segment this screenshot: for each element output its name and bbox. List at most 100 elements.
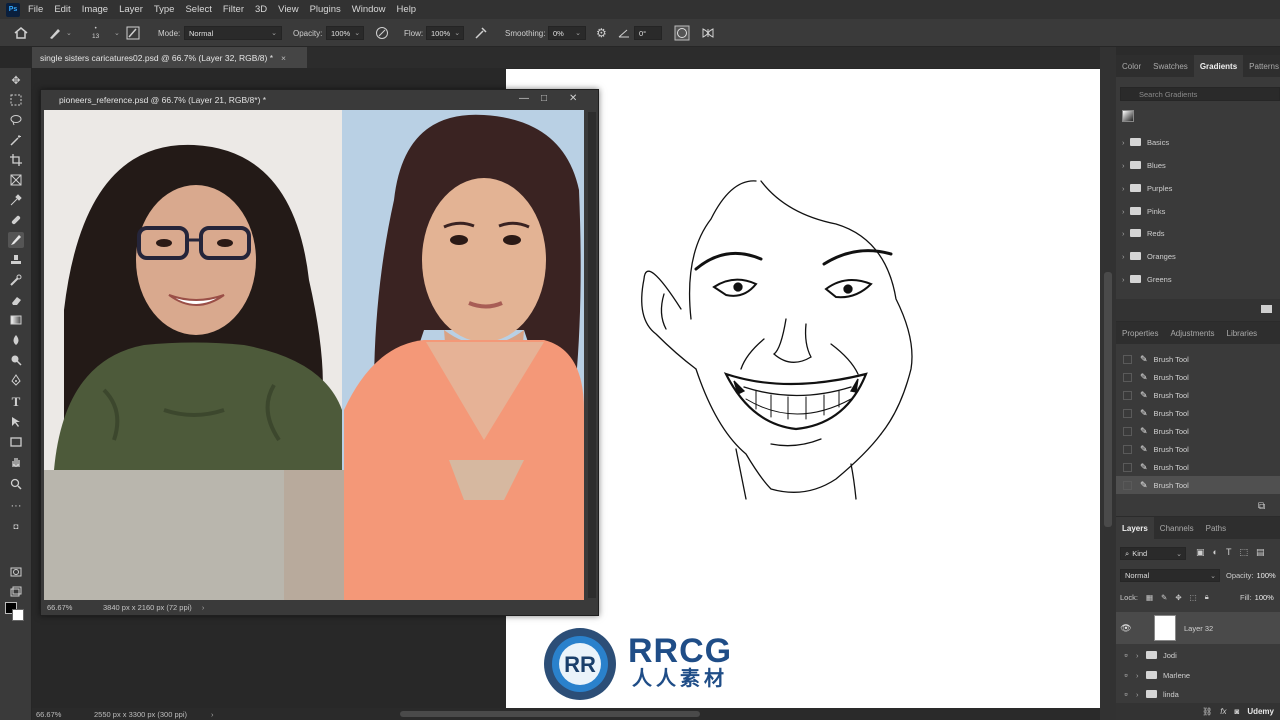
opacity-field[interactable]: 100% ⌄ (326, 26, 364, 40)
history-state[interactable]: ✎ Brush Tool (1116, 350, 1280, 368)
layer-group-row[interactable]: ▫ › linda (1116, 686, 1280, 702)
pressure-size-icon[interactable] (674, 19, 690, 47)
menu-window[interactable]: Window (352, 4, 386, 15)
brush-preset-icon[interactable]: ⌄ (48, 19, 72, 47)
magic-wand-tool-icon[interactable] (8, 132, 24, 148)
eyedropper-tool-icon[interactable] (8, 192, 24, 208)
document-tab[interactable]: single sisters caricatures02.psd @ 66.7%… (32, 47, 307, 68)
menu-edit[interactable]: Edit (54, 4, 70, 15)
dodge-tool-icon[interactable] (8, 352, 24, 368)
history-state[interactable]: ✎ Brush Tool (1116, 458, 1280, 476)
menu-3d[interactable]: 3D (255, 4, 267, 15)
airbrush-icon[interactable] (474, 19, 488, 47)
tab-gradients[interactable]: Gradients (1193, 55, 1244, 77)
menu-type[interactable]: Type (154, 4, 175, 15)
close-tab-icon[interactable]: × (281, 53, 286, 63)
layer-group-row[interactable]: ▫ › Marlene (1116, 666, 1280, 684)
tab-properties[interactable]: Properties (1116, 322, 1164, 344)
reference-zoom-level[interactable]: 66.67% (47, 603, 103, 612)
gradient-group-oranges[interactable]: › Oranges (1122, 250, 1176, 262)
visibility-box[interactable]: ▫ (1116, 670, 1136, 680)
chevron-right-icon[interactable]: › (1136, 690, 1146, 699)
scrollbar-thumb[interactable] (1104, 272, 1112, 527)
history-state-current[interactable]: ✎ Brush Tool (1116, 476, 1280, 494)
layer-row-active[interactable]: 👁︎ Layer 32 (1116, 612, 1280, 644)
clone-stamp-tool-icon[interactable] (8, 252, 24, 268)
gradient-group-reds[interactable]: › Reds (1122, 227, 1165, 239)
history-state[interactable]: ✎ Brush Tool (1116, 386, 1280, 404)
visibility-box[interactable]: ▫ (1116, 689, 1136, 699)
brush-panel-icon[interactable] (126, 19, 140, 47)
layer-filter-kind-select[interactable]: ⌕ Kind ⌄ (1120, 547, 1186, 560)
fill-value[interactable]: 100% (1255, 593, 1274, 602)
screen-mode-icon[interactable] (8, 584, 24, 600)
flow-field[interactable]: 100% ⌄ (426, 26, 464, 40)
gradient-search-input[interactable]: Search Gradients (1120, 87, 1280, 101)
type-tool-icon[interactable]: T (8, 394, 24, 410)
panel-dock-scrollbar[interactable] (1100, 47, 1116, 720)
tab-swatches[interactable]: Swatches (1147, 55, 1194, 77)
marquee-tool-icon[interactable] (8, 92, 24, 108)
link-layers-icon[interactable]: ⛓︎ (1202, 707, 1212, 716)
status-expand-arrow-icon[interactable]: › (211, 710, 214, 719)
path-selection-tool-icon[interactable] (8, 414, 24, 430)
menu-image[interactable]: Image (82, 4, 108, 15)
tab-layers[interactable]: Layers (1116, 517, 1154, 539)
menu-select[interactable]: Select (185, 4, 211, 15)
gradient-group-purples[interactable]: › Purples (1122, 182, 1172, 194)
lasso-tool-icon[interactable] (8, 112, 24, 128)
move-tool-icon[interactable]: ✥ (8, 72, 24, 88)
default-colors-icon[interactable]: ◘ (8, 518, 24, 534)
chevron-right-icon[interactable]: › (1136, 671, 1146, 680)
minimize-icon[interactable]: — (519, 93, 529, 104)
visibility-eye-icon[interactable]: 👁︎ (1116, 623, 1136, 634)
symmetry-butterfly-icon[interactable] (701, 19, 715, 47)
chevron-right-icon[interactable]: › (1136, 651, 1146, 660)
new-gradient-group-icon[interactable] (1261, 305, 1272, 313)
reference-vertical-scrollbar[interactable] (588, 112, 596, 598)
tab-adjustments[interactable]: Adjustments (1164, 322, 1220, 344)
history-brush-tool-icon[interactable] (8, 272, 24, 288)
mode-select[interactable]: Normal ⌄ (184, 26, 282, 40)
brush-settings-caret[interactable]: ⌄ (110, 19, 120, 47)
brush-tool-icon[interactable] (8, 232, 24, 248)
tab-channels[interactable]: Channels (1154, 517, 1200, 539)
tab-patterns[interactable]: Patterns (1243, 55, 1280, 77)
brush-size-indicator[interactable]: • 13 (92, 19, 99, 47)
reference-document-window[interactable]: pioneers_reference.psd @ 66.7% (Layer 21… (40, 89, 599, 616)
close-window-icon[interactable]: ✕ (569, 93, 577, 104)
gradient-group-greens[interactable]: › Greens (1122, 273, 1172, 285)
blur-tool-icon[interactable] (8, 332, 24, 348)
lock-all-icon[interactable]: 🔒︎ (1205, 592, 1209, 602)
menu-plugins[interactable]: Plugins (310, 4, 341, 15)
brush-angle-field[interactable]: 0° (634, 26, 662, 40)
gradient-tool-icon[interactable] (8, 312, 24, 328)
crop-tool-icon[interactable] (8, 152, 24, 168)
reference-window-titlebar[interactable]: pioneers_reference.psd @ 66.7% (Layer 21… (41, 90, 598, 110)
filter-adjustment-icon[interactable]: ◐ (1213, 547, 1218, 558)
gradient-preset-icon[interactable] (1122, 110, 1134, 122)
maximize-icon[interactable]: □ (541, 93, 547, 104)
menu-view[interactable]: View (278, 4, 298, 15)
history-state[interactable]: ✎ Brush Tool (1116, 404, 1280, 422)
home-icon[interactable] (14, 19, 28, 47)
horizontal-scrollbar[interactable] (400, 711, 700, 717)
visibility-box[interactable]: ▫ (1116, 650, 1136, 660)
tab-libraries[interactable]: Libraries (1221, 322, 1264, 344)
pen-tool-icon[interactable] (8, 372, 24, 388)
more-tools-icon[interactable]: ··· (8, 498, 24, 514)
menu-layer[interactable]: Layer (119, 4, 143, 15)
history-state[interactable]: ✎ Brush Tool (1116, 368, 1280, 386)
menu-file[interactable]: File (28, 4, 43, 15)
eraser-tool-icon[interactable] (8, 292, 24, 308)
layer-fx-icon[interactable]: fx (1220, 707, 1226, 716)
gradient-group-blues[interactable]: › Blues (1122, 159, 1166, 171)
filter-pixel-icon[interactable]: ▣ (1196, 547, 1205, 558)
lock-transparent-icon[interactable]: ▦ (1146, 593, 1153, 602)
menu-help[interactable]: Help (397, 4, 417, 15)
layer-opacity-value[interactable]: 100% (1257, 571, 1276, 580)
lock-position-icon[interactable]: ✥ (1175, 593, 1181, 602)
history-state[interactable]: ✎ Brush Tool (1116, 440, 1280, 458)
filter-shape-icon[interactable]: ⬚ (1239, 547, 1248, 558)
lock-artboard-icon[interactable]: ⬚ (1190, 593, 1197, 602)
